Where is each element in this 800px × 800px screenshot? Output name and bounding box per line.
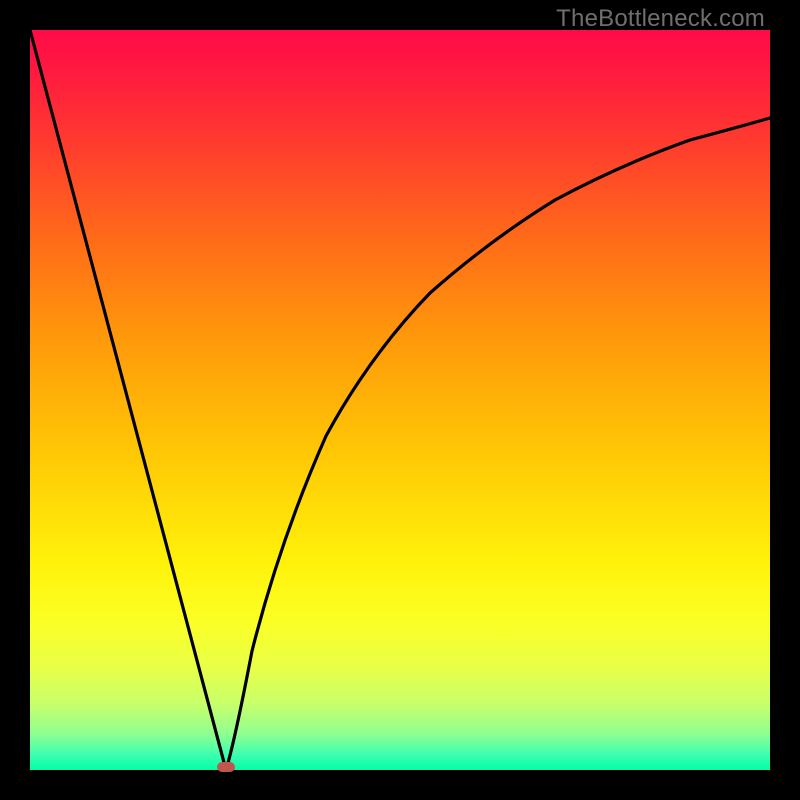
curve-left	[30, 30, 226, 770]
watermark-text: TheBottleneck.com	[556, 5, 765, 33]
minimum-marker	[217, 762, 235, 772]
plot-area	[30, 30, 770, 770]
bottleneck-curve	[30, 30, 770, 770]
curve-right	[226, 118, 770, 770]
